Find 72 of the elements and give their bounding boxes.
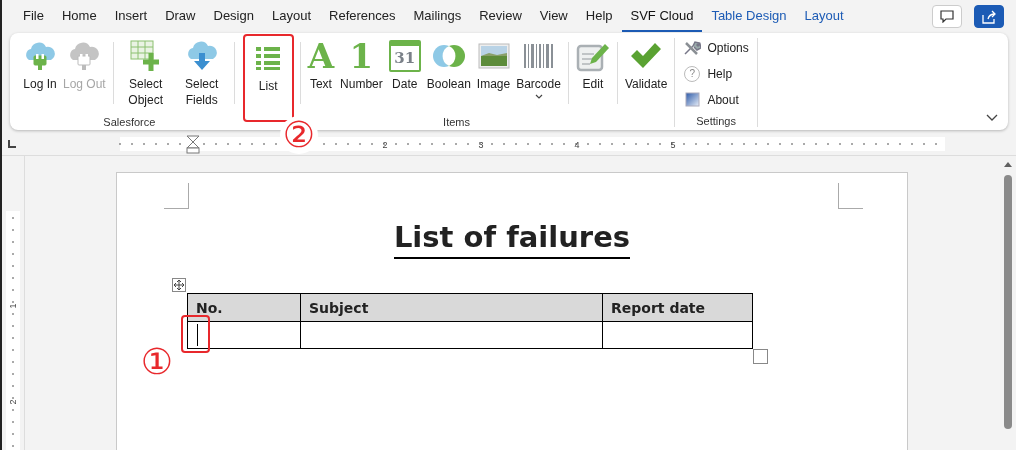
ribbon-button[interactable]: ? Help — [683, 63, 733, 84]
ruler-number: 4 — [574, 140, 580, 150]
ribbon-tab[interactable]: Layout — [795, 1, 853, 32]
ribbon-button[interactable]: Boolean — [423, 38, 474, 116]
table-cell[interactable] — [300, 321, 603, 349]
group-label: Salesforce — [102, 116, 157, 128]
table-resize-handle[interactable] — [753, 349, 768, 364]
table-move-handle[interactable] — [172, 278, 186, 292]
ribbon-tab[interactable]: Mailings — [404, 1, 471, 32]
tools-icon — [683, 39, 702, 56]
help-icon: ? — [683, 65, 702, 82]
glyph-icon: 1 — [349, 38, 374, 74]
cloud-plug-icon — [67, 40, 102, 72]
glyph-icon: A — [307, 38, 335, 74]
share-icon — [982, 9, 996, 24]
ribbon-tab[interactable]: Home — [52, 1, 106, 32]
column-header: Subject — [300, 293, 603, 322]
ribbon-tab[interactable]: Review — [470, 1, 531, 32]
ribbon-tab[interactable]: Insert — [105, 1, 157, 32]
comments-button[interactable] — [932, 5, 962, 28]
table-cell[interactable] — [602, 321, 753, 349]
ruler-number: 1 — [8, 303, 18, 309]
scrollbar-thumb[interactable] — [1004, 175, 1012, 429]
about-icon — [683, 92, 702, 107]
column-header: Report date — [602, 293, 753, 322]
ribbon-tab[interactable]: View — [530, 1, 577, 32]
ribbon-tab[interactable]: Layout — [262, 1, 320, 32]
ribbon-button[interactable]: Edit — [572, 38, 613, 116]
ribbon-tab[interactable]: File — [14, 1, 53, 32]
ribbon-tab[interactable]: Table Design — [702, 1, 796, 32]
cloud-plug-icon — [23, 40, 57, 72]
ruler-number: 3 — [478, 140, 484, 150]
ribbon-button[interactable]: 31 Date — [385, 38, 424, 116]
column-header: No. — [187, 293, 301, 322]
ribbon-button[interactable]: Select Object — [117, 38, 174, 116]
chevron-icon[interactable] — [986, 114, 998, 122]
checkmark-icon — [630, 42, 663, 70]
calendar-icon: 31 — [388, 40, 421, 72]
highlight-box — [181, 315, 210, 353]
barcode-icon — [522, 43, 555, 69]
ruler-number: 2 — [8, 399, 18, 405]
scroll-up-icon[interactable] — [1004, 162, 1012, 167]
ribbon-button[interactable]: Log In — [20, 38, 60, 116]
indent-marker[interactable] — [186, 135, 200, 154]
ribbon-tab[interactable]: Draw — [156, 1, 205, 32]
ribbon-button[interactable]: About — [683, 89, 739, 110]
ribbon-button[interactable]: Select Fields — [173, 38, 230, 116]
image-icon — [477, 43, 510, 69]
table-cell[interactable] — [187, 321, 301, 349]
ribbon-tab[interactable]: References — [320, 1, 405, 32]
ribbon-tab[interactable]: SVF Cloud — [621, 1, 703, 32]
ribbon-button[interactable]: Image — [473, 38, 514, 116]
ribbon-button[interactable]: 1 Number — [337, 38, 386, 116]
comment-icon — [940, 10, 954, 23]
margin-corner-mark — [164, 183, 189, 209]
group-label: Settings — [695, 115, 737, 127]
share-button[interactable] — [974, 5, 1004, 28]
group-label: Items — [442, 116, 471, 128]
ribbon-button[interactable]: A Text — [304, 38, 338, 116]
ribbon-button[interactable]: Validate — [621, 38, 671, 116]
ruler-number: 5 — [670, 140, 676, 150]
margin-corner-mark — [838, 183, 863, 209]
ribbon-button[interactable]: Options — [683, 37, 749, 58]
list-icon — [255, 45, 282, 71]
ribbon-button[interactable]: Barcode — [513, 38, 564, 116]
ribbon-button[interactable]: List — [242, 34, 294, 122]
ruler-number: 2 — [382, 140, 388, 150]
document-title: List of failures — [393, 219, 631, 259]
ribbon-tab[interactable]: Design — [204, 1, 263, 32]
text-cursor — [197, 324, 198, 346]
ribbon-tab[interactable]: Help — [576, 1, 622, 32]
tab-selector-icon[interactable] — [8, 140, 16, 148]
